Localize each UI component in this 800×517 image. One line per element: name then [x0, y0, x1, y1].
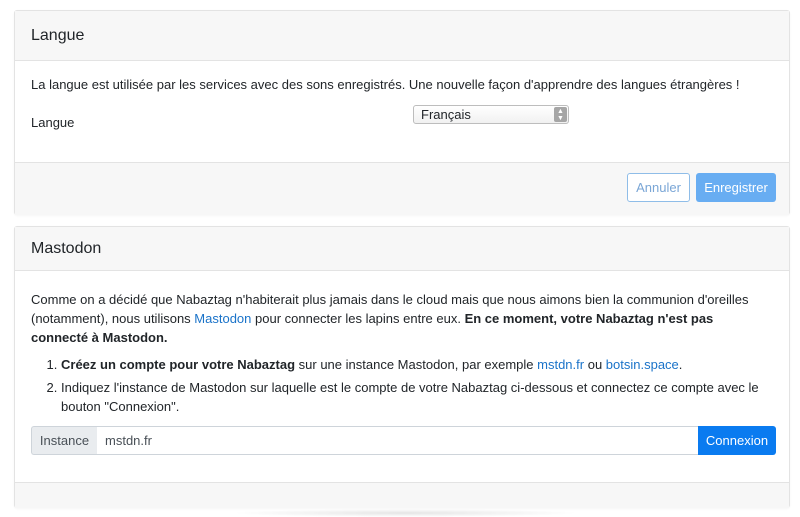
intro-text-2: pour connecter les lapins entre eux.: [251, 311, 465, 326]
steps-list: Créez un compte pour votre Nabaztag sur …: [31, 355, 771, 420]
cancel-button[interactable]: Annuler: [627, 173, 690, 202]
intro-end: .: [163, 330, 168, 345]
step1-or: ou: [584, 357, 606, 372]
langue-card-body: La langue est utilisée par les services …: [15, 61, 789, 162]
save-button[interactable]: Enregistrer: [696, 173, 776, 202]
step-1: Créez un compte pour votre Nabaztag sur …: [61, 355, 771, 374]
botsin-space-link[interactable]: botsin.space: [606, 357, 679, 372]
language-select[interactable]: Français ▲ ▼: [413, 105, 569, 124]
instance-input-group: Instance mstdn.fr Connexion: [31, 426, 776, 455]
step1-text: sur une instance Mastodon, par exemple: [295, 357, 538, 372]
instance-label: Instance: [31, 426, 97, 455]
mastodon-card-body: Comme on a décidé que Nabaztag n'habiter…: [15, 271, 789, 482]
langue-title: Langue: [31, 26, 85, 44]
connect-button[interactable]: Connexion: [698, 426, 776, 455]
mastodon-card-header: Mastodon: [15, 227, 789, 271]
mastodon-card-footer: [15, 482, 789, 508]
step-2: Indiquez l'instance de Mastodon sur laqu…: [61, 378, 771, 416]
langue-intro: La langue est utilisée par les services …: [31, 77, 740, 92]
step1-bold: Créez un compte pour votre Nabaztag: [61, 357, 296, 372]
mstdn-fr-link[interactable]: mstdn.fr: [537, 357, 584, 372]
mastodon-title: Mastodon: [31, 239, 102, 257]
langue-card-footer: Annuler Enregistrer: [15, 162, 789, 215]
langue-card-header: Langue: [15, 11, 789, 61]
select-arrows-icon: ▲ ▼: [554, 107, 567, 122]
langue-field-label: Langue: [31, 115, 75, 130]
mastodon-link[interactable]: Mastodon: [194, 311, 251, 326]
instance-input[interactable]: mstdn.fr: [97, 426, 698, 455]
bottom-shadow: [230, 509, 580, 517]
langue-card: Langue La langue est utilisée par les se…: [14, 10, 790, 215]
mastodon-intro: Comme on a décidé que Nabaztag n'habiter…: [31, 290, 771, 347]
step1-end: .: [678, 357, 683, 372]
language-select-value: Français: [421, 107, 471, 122]
mastodon-card: Mastodon Comme on a décidé que Nabaztag …: [14, 226, 790, 508]
